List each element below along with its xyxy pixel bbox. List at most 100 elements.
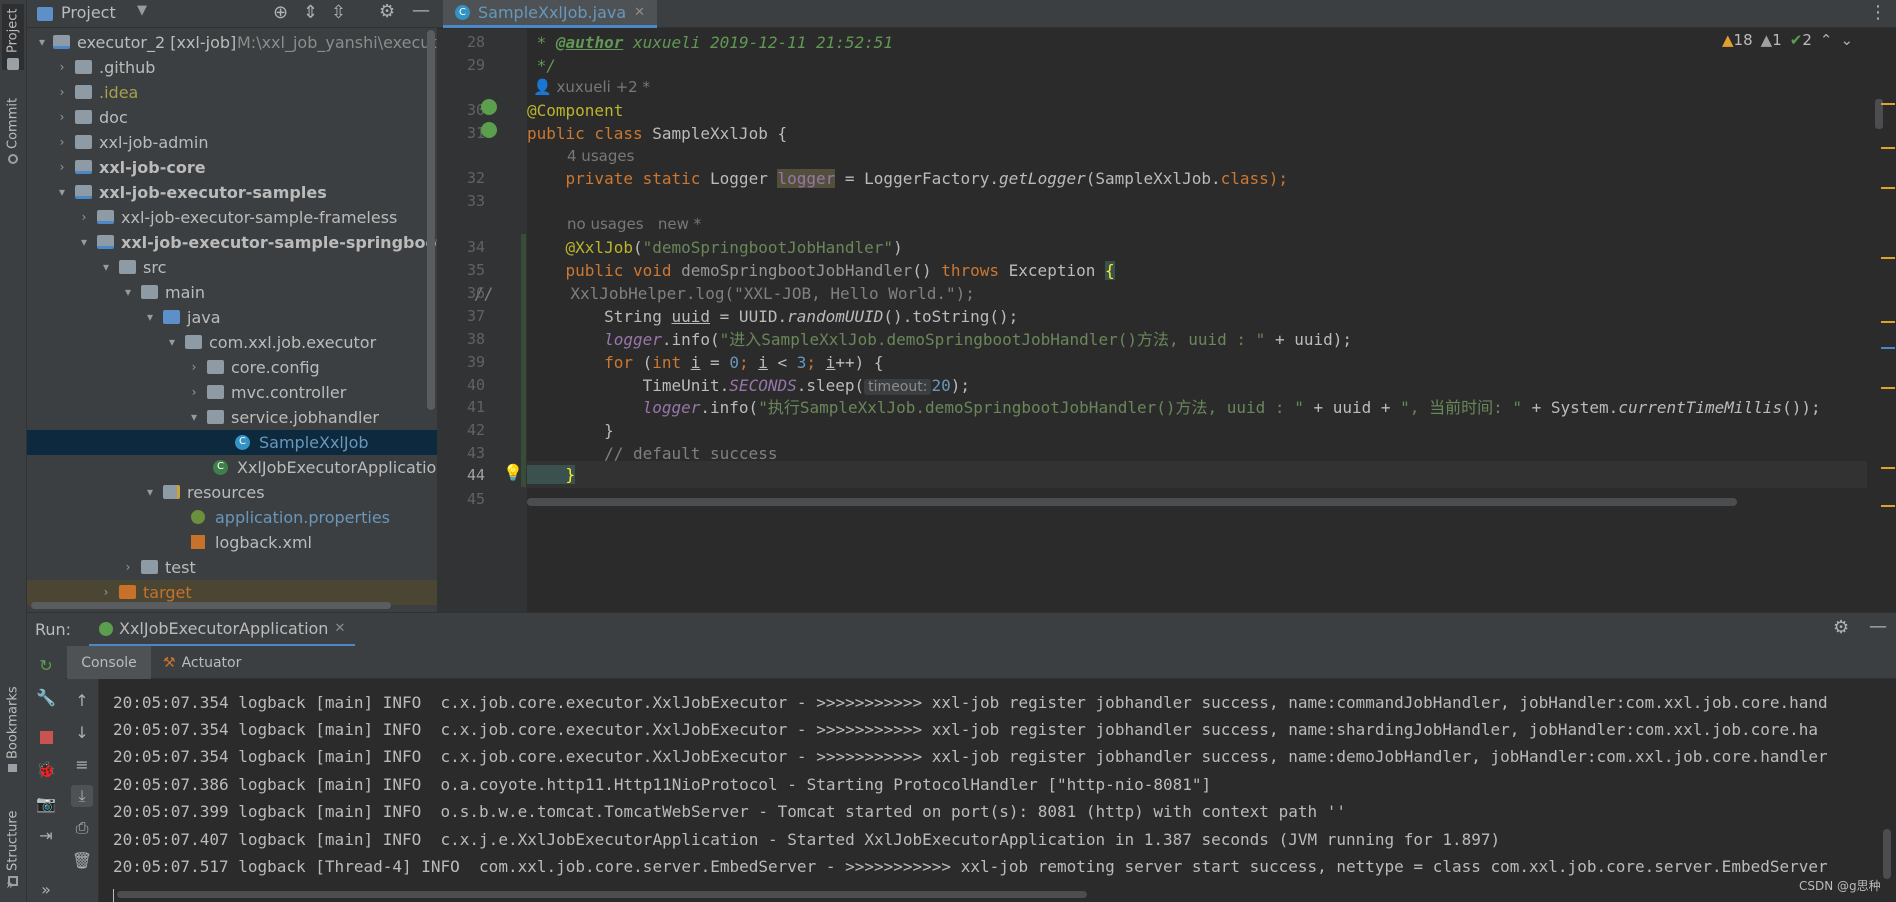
tree-label: doc [99, 108, 128, 127]
tree-item-github[interactable]: › .github [27, 55, 437, 80]
run-toolbar: ↻ 🔧 🐞 📷 ⇥ » [27, 646, 65, 902]
tree-label: resources [187, 483, 265, 502]
tree-label: service.jobhandler [231, 408, 379, 427]
tree-item-samplexxljob[interactable]: C SampleXxlJob [27, 430, 437, 455]
tree-item-logback-xml[interactable]: logback.xml [27, 530, 437, 555]
warning-icon: ▲ [1722, 31, 1734, 49]
chevron-up-icon[interactable]: ⌃ [1820, 31, 1833, 49]
tree-label: src [143, 258, 167, 277]
structure-tool-tab[interactable]: Structure [2, 796, 24, 886]
spring-leaf-icon [191, 510, 205, 524]
tree-item-main[interactable]: ▾ main [27, 280, 437, 305]
tree-item-test[interactable]: › test [27, 555, 437, 580]
code-line-31: public class SampleXxlJob { [527, 124, 788, 143]
commit-tool-tab[interactable]: Commit [2, 92, 24, 164]
param-hint: timeout: [864, 379, 932, 395]
tree-item-idea[interactable]: › .idea [27, 80, 437, 105]
stop-icon[interactable] [35, 726, 57, 748]
tree-item-core-config[interactable]: › core.config [27, 355, 437, 380]
log-line: 20:05:07.354 logback [main] INFO c.x.job… [113, 720, 1819, 739]
tree-item-sample-springboot[interactable]: ▾ xxl-job-executor-sample-springboot [27, 230, 437, 255]
tree-item-src[interactable]: ▾ src [27, 255, 437, 280]
rerun-icon[interactable]: ↻ [35, 654, 57, 676]
tree-path: M:\xxl_job_yanshi\executor [237, 33, 437, 52]
tab-samplexxljob[interactable]: C SampleXxlJob.java ✕ [443, 0, 658, 28]
wrench-icon[interactable]: 🔧 [35, 686, 57, 708]
gear-icon[interactable]: ⚙ [1833, 617, 1849, 638]
arrow-down-icon[interactable]: ↓ [71, 721, 93, 743]
tree-item-service-jobhandler[interactable]: ▾ service.jobhandler [27, 405, 437, 430]
run-config-label: XxlJobExecutorApplication [119, 619, 329, 638]
trash-icon[interactable]: 🗑 [71, 849, 93, 871]
run-subtabs: Console ⚒ Actuator [27, 646, 1896, 679]
more-icon[interactable]: » [35, 878, 57, 900]
commit-icon [8, 154, 18, 164]
tree-label: test [165, 558, 196, 577]
tree-item-executor_2[interactable]: ▾ executor_2 [xxl-job] M:\xxl_job_yanshi\e… [27, 30, 437, 55]
editor-error-stripe[interactable] [1867, 29, 1896, 612]
expand-all-icon[interactable]: ⇕ [303, 2, 318, 23]
tree-item-resources[interactable]: ▾ resources [27, 480, 437, 505]
tree-label: XxlJobExecutorApplication [237, 458, 437, 477]
project-panel-header: Project ▼ ⊕ ⇕ ⇳ ⚙ — [27, 0, 437, 28]
spring-bean-icon[interactable] [481, 99, 497, 115]
xml-file-icon [191, 535, 205, 549]
tree-item-doc[interactable]: › doc [27, 105, 437, 130]
tree-label: xxl-job-admin [99, 133, 209, 152]
weak-warning-icon: ▲ [1760, 31, 1773, 49]
more-options-icon[interactable]: ⋮ [1869, 2, 1887, 23]
tree-label: .idea [99, 83, 139, 102]
code-line-28: * @author xuxueli 2019-12-11 21:52:51 [527, 33, 894, 52]
tree-item-executor-samples[interactable]: ▾ xxl-job-executor-samples [27, 180, 437, 205]
gear-icon[interactable]: ⚙ [379, 1, 395, 22]
locate-icon[interactable]: ⊕ [273, 2, 288, 23]
tab-actuator[interactable]: ⚒ Actuator [163, 646, 241, 679]
print-icon[interactable]: ⎙ [71, 817, 93, 839]
inspection-widget[interactable]: ▲18 ▲1 ✔2 ⌃ ⌄ [1722, 31, 1853, 49]
tab-console[interactable]: Console [67, 646, 151, 679]
chevron-down-icon[interactable]: ▼ [137, 3, 147, 18]
editor-h-scrollbar[interactable] [527, 498, 1737, 506]
bookmarks-tool-tab[interactable]: Bookmarks [2, 686, 24, 772]
console-output[interactable]: 20:05:07.354 logback [main] INFO c.x.job… [99, 679, 1896, 902]
console-h-scrollbar[interactable] [117, 891, 1087, 898]
log-line: 20:05:07.407 logback [main] INFO c.x.j.e… [113, 830, 1501, 849]
close-icon[interactable]: ✕ [334, 621, 345, 636]
tree-item-application-properties[interactable]: application.properties [27, 505, 437, 530]
camera-icon[interactable]: 📷 [35, 792, 57, 814]
code-editor[interactable]: ▲18 ▲1 ✔2 ⌃ ⌄ * @author xuxueli 2019-12-… [474, 29, 1867, 612]
project-tool-icon [7, 58, 19, 70]
project-scrollbar[interactable] [427, 30, 435, 410]
spring-bean-icon[interactable] [481, 122, 497, 138]
collapse-all-icon[interactable]: ⇳ [331, 2, 346, 23]
class-icon: C [455, 5, 470, 20]
soft-wrap-icon[interactable]: ≡ [71, 753, 93, 775]
project-panel: Project ▼ ⊕ ⇕ ⇳ ⚙ — ▾ executor_2 [xxl-job… [27, 0, 437, 612]
lightbulb-icon[interactable]: 💡 [503, 463, 523, 482]
tree-item-executor-application[interactable]: C XxlJobExecutorApplication [27, 455, 437, 480]
minimize-icon[interactable]: — [1869, 616, 1887, 637]
tree-item-xxl-job-admin[interactable]: › xxl-job-admin [27, 130, 437, 155]
tab-actuator-label: Actuator [181, 654, 242, 671]
tree-item-mvc-controller[interactable]: › mvc.controller [27, 380, 437, 405]
chevron-down-icon[interactable]: ⌄ [1840, 31, 1853, 49]
project-tool-tab[interactable]: Project [2, 4, 24, 70]
exit-icon[interactable]: ⇥ [35, 824, 57, 846]
vcs-change-marker[interactable] [521, 234, 526, 487]
tree-item-xxl-job-core[interactable]: › xxl-job-core [27, 155, 437, 180]
arrow-up-icon[interactable]: ↑ [71, 689, 93, 711]
more-tools-icon[interactable]: » [6, 878, 14, 893]
debug-icon[interactable]: 🐞 [35, 758, 57, 780]
user-icon: 👤 [533, 78, 552, 96]
close-icon[interactable]: ✕ [634, 5, 645, 20]
scroll-to-end-icon[interactable]: ⤓ [71, 785, 93, 807]
console-v-scrollbar[interactable] [1883, 829, 1891, 879]
tree-item-sample-frameless[interactable]: › xxl-job-executor-sample-frameless [27, 205, 437, 230]
project-panel-title[interactable]: Project [61, 3, 116, 22]
run-config-tab[interactable]: XxlJobExecutorApplication ✕ [89, 613, 356, 647]
tree-item-java[interactable]: ▾ java [27, 305, 437, 330]
bookmarks-tool-label: Bookmarks [5, 686, 21, 759]
tree-item-package-executor[interactable]: ▾ com.xxl.job.executor [27, 330, 437, 355]
project-h-scrollbar[interactable] [31, 602, 391, 609]
minimize-icon[interactable]: — [412, 0, 430, 21]
